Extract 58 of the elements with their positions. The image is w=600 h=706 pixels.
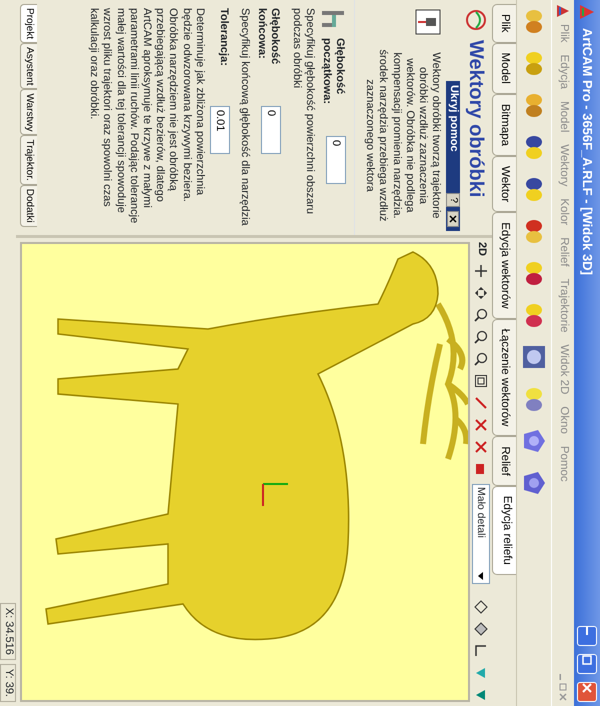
document-restore-icon[interactable]: [558, 682, 568, 692]
status-text: X: 34.516: [0, 602, 16, 660]
tab[interactable]: Plik: [492, 4, 516, 43]
value-field[interactable]: 0: [261, 106, 282, 154]
zoom-icon[interactable]: [474, 352, 488, 366]
tab[interactable]: Edycja reliefu: [492, 486, 516, 575]
tab[interactable]: Wektor: [492, 156, 516, 212]
panel-tab[interactable]: Projekt: [20, 4, 37, 44]
value-field[interactable]: 0.01: [210, 106, 230, 154]
frame-icon[interactable]: [474, 374, 488, 388]
tab[interactable]: Edycja wektorów: [492, 212, 516, 319]
panel-tab[interactable]: Asystent: [20, 43, 37, 90]
panel-title: Wektory obróbki: [464, 40, 488, 198]
help-button[interactable]: ?: [446, 193, 460, 207]
close-button[interactable]: [577, 682, 597, 702]
panel-tab[interactable]: Dodatki: [20, 184, 37, 227]
value-field[interactable]: 0: [326, 136, 346, 184]
tab[interactable]: Relief: [492, 436, 516, 486]
document-close-icon[interactable]: [558, 692, 568, 702]
zoom-in-icon[interactable]: [474, 308, 488, 322]
texture-icon[interactable]: [521, 344, 547, 370]
pan-icon[interactable]: [474, 264, 488, 278]
angle-icon[interactable]: [474, 644, 488, 658]
minimize-icon: [586, 627, 588, 635]
field-label: Głębokość początkowa:: [320, 38, 346, 106]
close-help-button[interactable]: [447, 210, 460, 227]
status-text: Y: 39.: [0, 664, 16, 702]
field-description: Determinuje jak zbliżona powierzchnia będzie odwzorowana krzywymi beziera. Obróbka narzędziem nie jest obróbką przebiegającą wzdłuż bezierów, dlatego ArtCAM aproksymuje te krzywe z małymi parametrami linii ruchów. Podając tolerancje małej wartości dla tej tolerancji spowoduje wzrost pliku trajektori oraz spowolni czas kalkulacji oraz obróbki.: [87, 8, 206, 226]
maximize-button[interactable]: [577, 654, 597, 674]
maximize-icon: [582, 655, 592, 665]
zoom-out-icon[interactable]: [474, 330, 488, 344]
tab[interactable]: Bitmapa: [492, 94, 516, 156]
close-icon: [582, 683, 592, 693]
panel-tab[interactable]: Trajektor.: [20, 135, 37, 185]
help-text: Wektory obróbki tworzą trajektorie obróbki wzdłuż zaznaczenia wektorów. Obróbka nie podlega kompensacji promienia narzędzia. środek narzędzia przebiega wzdłuż zaznaczonego wektora: [363, 48, 442, 224]
field-label: Głębokość końcowa:: [255, 8, 282, 66]
panel-tab[interactable]: Warstwy: [20, 89, 37, 136]
diamond-icon[interactable]: [474, 600, 488, 614]
move-icon[interactable]: [474, 286, 488, 300]
view-mode-button[interactable]: 2D: [474, 242, 488, 256]
tool-help-icon: [414, 8, 442, 36]
tab[interactable]: Łączenie wektorów: [492, 318, 516, 436]
layers-icon[interactable]: [474, 622, 488, 636]
tab[interactable]: Model: [492, 42, 516, 94]
field-description: Specyfikuj końcową głębokość dla narzędzia: [238, 8, 251, 227]
detail-dropdown-value: Mało detali: [474, 487, 488, 538]
minimize-button[interactable]: [577, 626, 597, 646]
logo-icon: [464, 8, 488, 32]
polygon-icon[interactable]: [521, 428, 547, 454]
field-label: Tolerancja:: [216, 8, 230, 68]
depth-tool-icon: [320, 8, 346, 30]
document-logo-icon: [556, 4, 570, 18]
window-title: ArtCAM Pro - 3656F_A.RLF - [Widok 3D]: [579, 28, 595, 277]
polygon-icon[interactable]: [521, 470, 547, 496]
help-header-label[interactable]: Ukryj pomoc: [446, 84, 460, 190]
close-icon: [448, 214, 458, 223]
detail-dropdown[interactable]: Mało detali: [472, 484, 490, 584]
app-logo-icon: [579, 4, 595, 20]
